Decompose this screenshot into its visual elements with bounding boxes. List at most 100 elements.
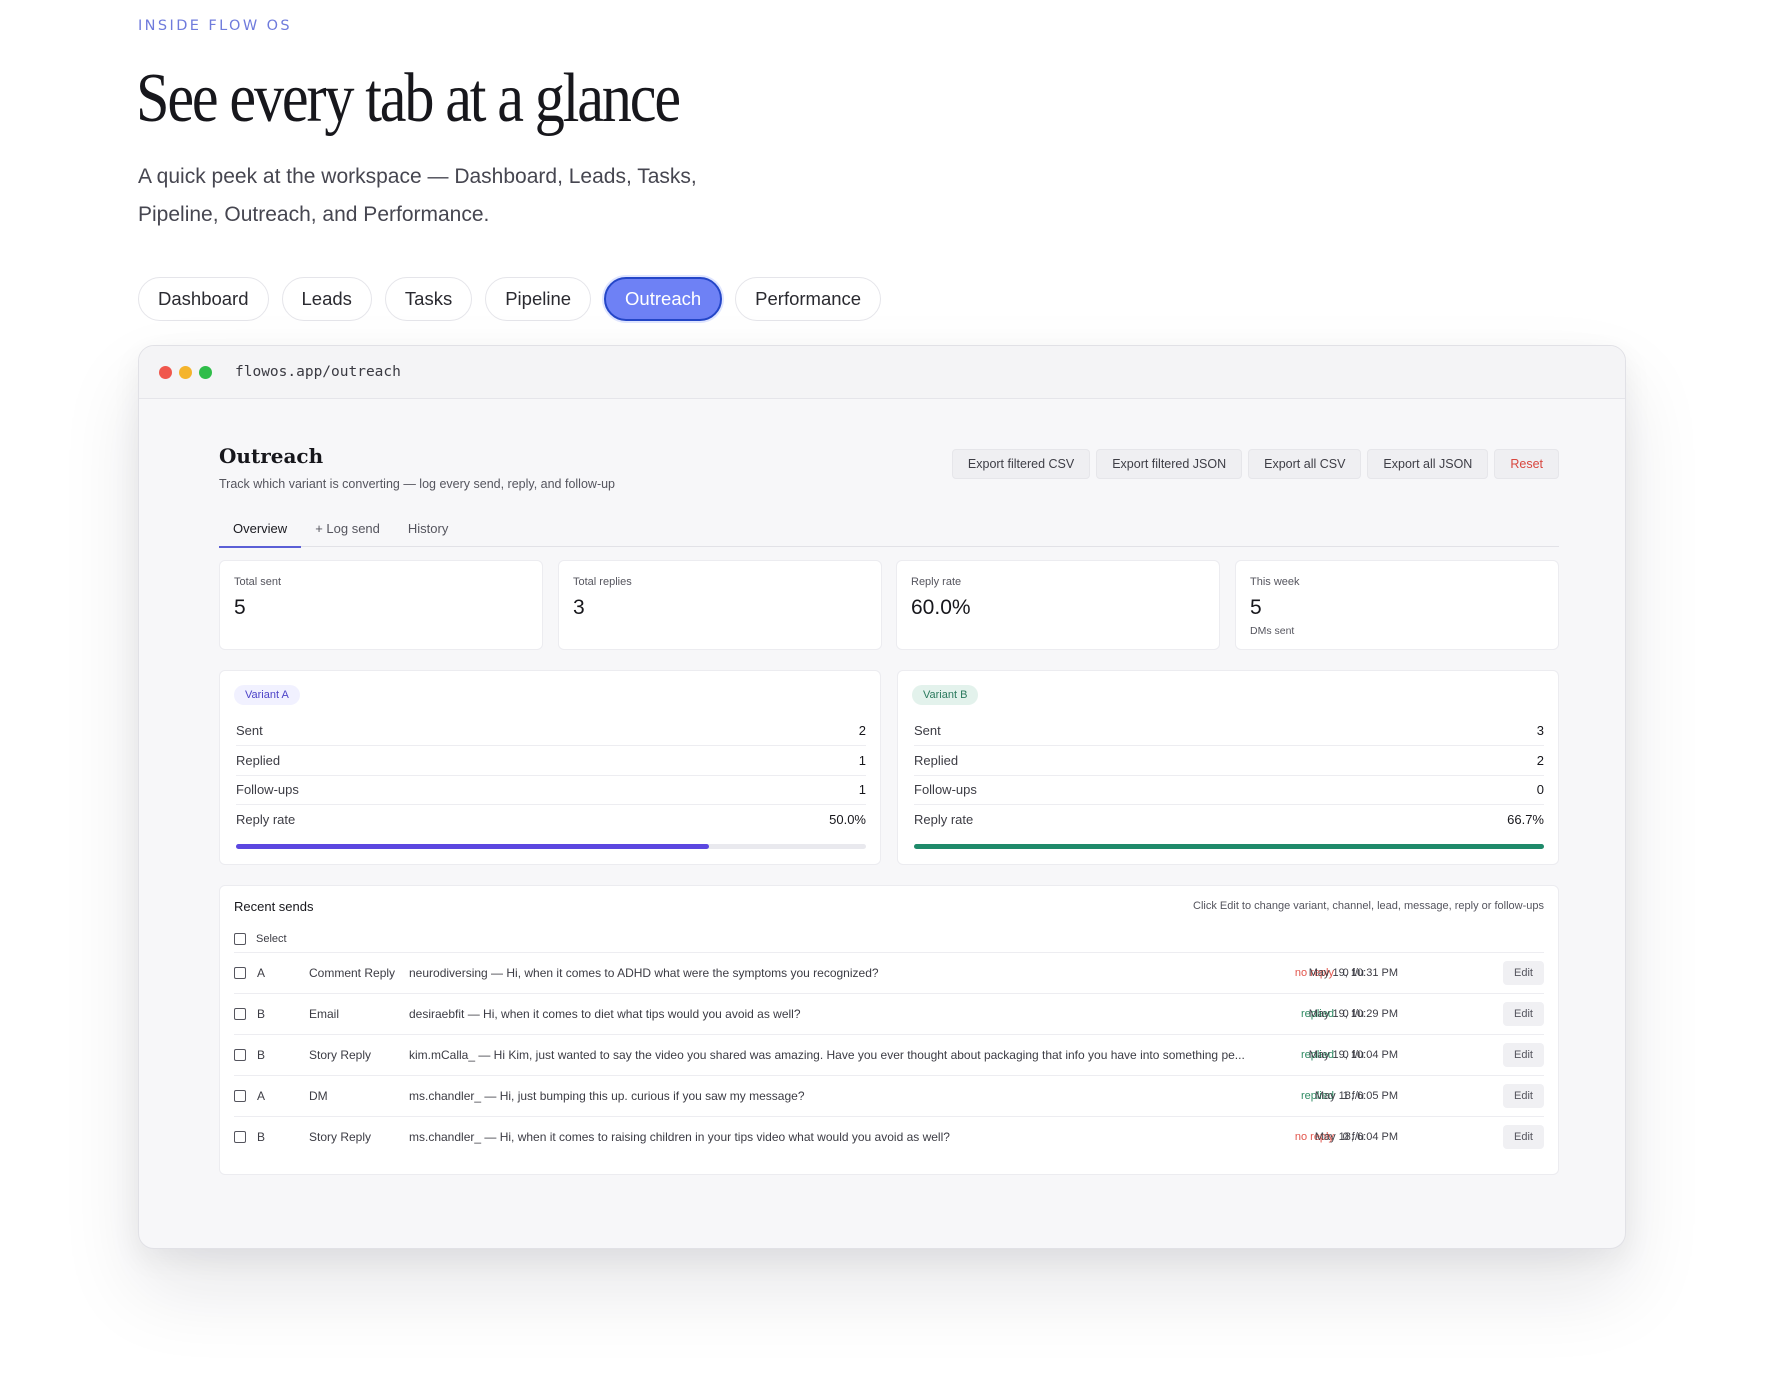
row-checkbox[interactable] [234, 1090, 246, 1102]
stat-label: This week [1250, 576, 1300, 588]
row-label: Replied [914, 753, 959, 768]
variant-a-sent-row: Sent 2 [236, 716, 866, 746]
row-variant: B [257, 1048, 266, 1062]
variant-b-progress-bar [914, 844, 1544, 849]
stat-card-reply-rate: Reply rate 60.0% [896, 560, 1220, 650]
recent-sends-title: Recent sends [234, 899, 314, 914]
row-channel: Comment Reply [309, 966, 396, 980]
row-date: May 19, 10:04 PM [1308, 1049, 1398, 1061]
stat-label: Total replies [573, 576, 632, 588]
row-variant: A [257, 966, 266, 980]
row-checkbox[interactable] [234, 1008, 246, 1020]
row-value: 50.0% [829, 812, 866, 827]
edit-button[interactable]: Edit [1503, 1043, 1544, 1067]
stat-value: 60.0% [911, 596, 971, 619]
variant-a-card: Variant A Sent 2 Replied 1 Follow-ups 1 … [219, 670, 881, 865]
row-value: 2 [1536, 753, 1544, 768]
export-all-json-button[interactable]: Export all JSON [1367, 449, 1489, 479]
row-label: Reply rate [914, 812, 974, 827]
row-label: Follow-ups [236, 782, 299, 797]
window-titlebar: flowos.app/outreach [139, 346, 1625, 399]
url-bar[interactable]: flowos.app/outreach [235, 364, 401, 380]
row-date: May 18, 6:05 PM [1314, 1090, 1398, 1102]
tab-dashboard[interactable]: Dashboard [138, 277, 269, 321]
export-actions: Export filtered CSV Export filtered JSON… [946, 449, 1559, 479]
row-channel: Story Reply [309, 1130, 372, 1144]
subtab-history[interactable]: History [394, 516, 462, 546]
variant-b-replied-row: Replied 2 [914, 746, 1544, 776]
variant-a-progress-bar [236, 844, 866, 849]
row-message: ms.chandler_ — Hi, just bumping this up.… [409, 1089, 805, 1103]
variant-a-replied-row: Replied 1 [236, 746, 866, 776]
export-all-csv-button[interactable]: Export all CSV [1248, 449, 1362, 479]
row-checkbox[interactable] [234, 1131, 246, 1143]
row-label: Replied [236, 753, 281, 768]
row-value: 0 [1536, 782, 1544, 797]
close-window-dot[interactable] [159, 365, 172, 379]
row-variant: A [257, 1089, 266, 1103]
variant-b-progress-fill [914, 844, 1544, 849]
edit-button[interactable]: Edit [1503, 1084, 1544, 1108]
row-label: Reply rate [236, 812, 296, 827]
tab-tasks[interactable]: Tasks [384, 277, 473, 321]
recent-sends-panel: Recent sends Click Edit to change varian… [219, 885, 1559, 1175]
row-value: 1 [858, 753, 866, 768]
minimize-window-dot[interactable] [179, 365, 192, 379]
variant-a-followups-row: Follow-ups 1 [236, 775, 866, 805]
stat-value: 3 [573, 596, 585, 619]
variant-b-badge: Variant B [912, 685, 979, 705]
recent-sends-hint: Click Edit to change variant, channel, l… [1193, 900, 1544, 912]
stat-note: DMs sent [1250, 625, 1295, 637]
subtab-overview[interactable]: Overview [219, 516, 302, 548]
row-label: Sent [236, 723, 263, 738]
edit-button[interactable]: Edit [1503, 1125, 1544, 1149]
tab-leads[interactable]: Leads [281, 277, 372, 321]
page-title: Outreach [219, 444, 324, 468]
stat-card-this-week: This week 5 DMs sent [1235, 560, 1559, 650]
stat-label: Total sent [234, 576, 282, 588]
tab-performance[interactable]: Performance [735, 277, 882, 321]
stat-card-total-sent: Total sent 5 [219, 560, 543, 650]
eyebrow: INSIDE FLOW OS [138, 18, 293, 34]
row-message: kim.mCalla_ — Hi Kim, just wanted to say… [409, 1048, 1245, 1062]
tab-pipeline[interactable]: Pipeline [485, 277, 592, 321]
headline: See every tab at a glance [136, 60, 681, 137]
row-value: 2 [858, 723, 866, 738]
lede: A quick peek at the workspace — Dashboar… [138, 165, 697, 226]
edit-button[interactable]: Edit [1503, 1002, 1544, 1026]
row-variant: B [257, 1130, 266, 1144]
page-subtitle: Track which variant is converting — log … [219, 477, 616, 491]
row-message: neurodiversing — Hi, when it comes to AD… [409, 966, 879, 980]
variant-a-badge: Variant A [234, 685, 300, 705]
variant-b-sent-row: Sent 3 [914, 716, 1544, 746]
row-message: ms.chandler_ — Hi, when it comes to rais… [409, 1130, 950, 1144]
variant-a-progress-fill [236, 844, 709, 849]
row-date: May 18, 6:04 PM [1314, 1131, 1398, 1143]
browser-window: flowos.app/outreach Outreach Track which… [138, 345, 1626, 1249]
variant-b-card: Variant B Sent 3 Replied 2 Follow-ups 0 … [897, 670, 1559, 865]
table-row: B Story Reply ms.chandler_ — Hi, when it c… [234, 1116, 1544, 1157]
tab-outreach[interactable]: Outreach [604, 277, 723, 321]
subtab-log-send[interactable]: + Log send [301, 516, 394, 546]
export-filtered-json-button[interactable]: Export filtered JSON [1096, 449, 1243, 479]
reset-button[interactable]: Reset [1494, 449, 1559, 479]
row-checkbox[interactable] [234, 967, 246, 979]
edit-button[interactable]: Edit [1503, 961, 1544, 985]
row-value: 1 [858, 782, 866, 797]
tab-bar: Dashboard Leads Tasks Pipeline Outreach … [138, 277, 894, 323]
row-label: Sent [914, 723, 941, 738]
select-all-label: Select [256, 933, 287, 945]
row-variant: B [257, 1007, 266, 1021]
variant-b-rate-row: Reply rate 66.7% [914, 805, 1544, 834]
select-all-checkbox[interactable] [234, 933, 246, 945]
row-checkbox[interactable] [234, 1049, 246, 1061]
row-label: Follow-ups [914, 782, 977, 797]
stat-label: Reply rate [911, 576, 962, 588]
subtab-bar: Overview + Log send History [219, 516, 1559, 548]
stat-card-total-replies: Total replies 3 [558, 560, 882, 650]
row-channel: DM [309, 1089, 328, 1103]
export-filtered-csv-button[interactable]: Export filtered CSV [951, 449, 1091, 479]
row-value: 66.7% [1507, 812, 1544, 827]
zoom-window-dot[interactable] [199, 365, 212, 379]
table-row: B Email desiraebfit — Hi, when it comes to… [234, 993, 1544, 1034]
